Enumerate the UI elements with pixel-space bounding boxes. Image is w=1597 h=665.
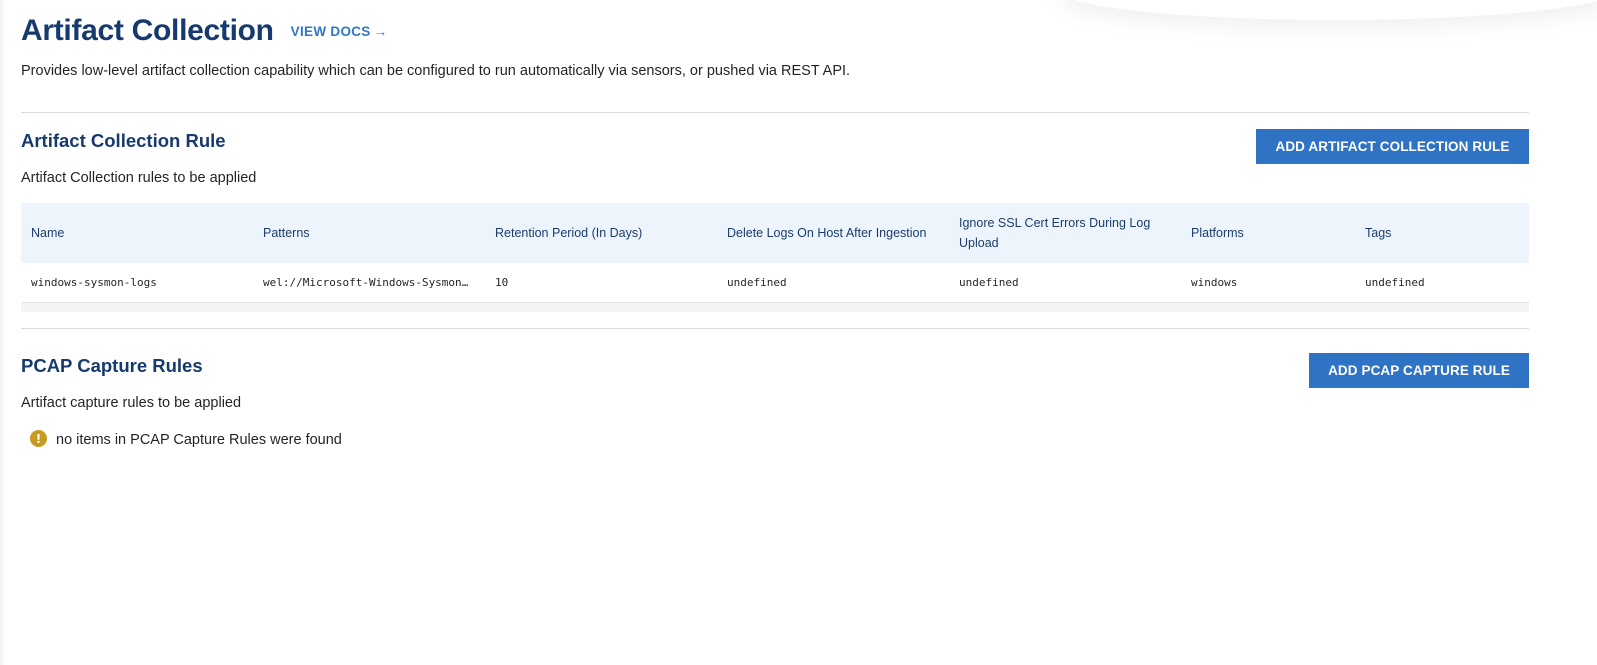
column-header-platforms[interactable]: Platforms <box>1181 203 1355 263</box>
artifact-rule-description: Artifact Collection rules to be applied <box>21 170 257 186</box>
cell-tags: undefined <box>1355 263 1529 302</box>
artifact-rule-title: Artifact Collection Rule <box>21 130 226 151</box>
cell-platforms-value: windows <box>1191 276 1238 289</box>
page-description: Provides low-level artifact collection c… <box>21 63 851 79</box>
divider <box>21 328 1529 329</box>
pcap-rules-description: Artifact capture rules to be applied <box>21 395 242 411</box>
view-docs-link[interactable]: VIEW DOCS → <box>291 24 388 39</box>
cell-ignore-ssl: undefined <box>949 263 1181 302</box>
pcap-rules-title: PCAP Capture Rules <box>21 355 203 376</box>
column-header-name[interactable]: Name <box>21 203 253 263</box>
cell-name-value: windows-sysmon-logs <box>31 276 157 289</box>
arrow-right-icon: → <box>373 24 388 39</box>
page-header: Artifact Collection VIEW DOCS → <box>21 14 387 48</box>
view-docs-label: VIEW DOCS <box>290 24 371 39</box>
top-right-shadow <box>1057 0 1597 20</box>
add-artifact-rule-button[interactable]: ADD ARTIFACT COLLECTION RULE <box>1256 129 1529 164</box>
cell-delete-logs: undefined <box>717 263 949 302</box>
left-panel-edge <box>0 0 5 665</box>
cell-patterns-value: wel://Microsoft-Windows-Sysmon/Operation… <box>263 276 471 289</box>
cell-tags-value: undefined <box>1365 276 1425 289</box>
table-scrollbar[interactable] <box>21 303 1529 312</box>
cell-name: windows-sysmon-logs <box>21 263 253 302</box>
table-row[interactable]: windows-sysmon-logs wel://Microsoft-Wind… <box>21 263 1529 303</box>
column-header-ignore-ssl[interactable]: Ignore SSL Cert Errors During Log Upload <box>949 203 1181 263</box>
cell-retention: 10 <box>485 263 717 302</box>
cell-patterns: wel://Microsoft-Windows-Sysmon/Operation… <box>253 263 485 302</box>
column-header-tags[interactable]: Tags <box>1355 203 1529 263</box>
page-title: Artifact Collection <box>21 14 274 47</box>
column-header-delete-logs[interactable]: Delete Logs On Host After Ingestion <box>717 203 949 263</box>
column-header-retention[interactable]: Retention Period (In Days) <box>485 203 717 263</box>
artifact-rules-table: Name Patterns Retention Period (In Days)… <box>21 203 1529 312</box>
warning-icon: ! <box>30 430 47 447</box>
empty-state-message: ! no items in PCAP Capture Rules were fo… <box>30 430 342 448</box>
empty-state-text: no items in PCAP Capture Rules were foun… <box>56 431 342 448</box>
cell-ignore-ssl-value: undefined <box>959 276 1019 289</box>
cell-delete-logs-value: undefined <box>727 276 787 289</box>
table-header: Name Patterns Retention Period (In Days)… <box>21 203 1529 263</box>
cell-platforms: windows <box>1181 263 1355 302</box>
cell-retention-value: 10 <box>495 276 509 289</box>
add-pcap-rule-button[interactable]: ADD PCAP CAPTURE RULE <box>1309 353 1529 388</box>
divider <box>21 112 1529 113</box>
column-header-patterns[interactable]: Patterns <box>253 203 485 263</box>
